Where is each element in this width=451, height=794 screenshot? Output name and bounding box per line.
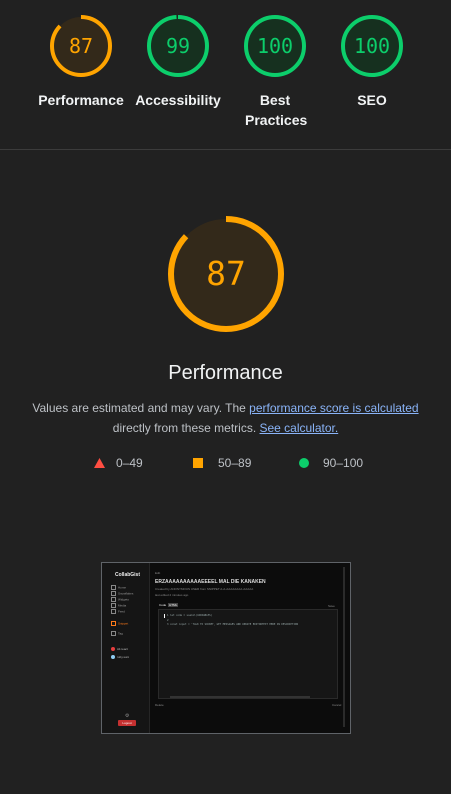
legend-fail-range: 0–49: [116, 456, 143, 470]
lighthouse-report: 87 Performance 99 Accessibility 100 Best Prac…: [0, 0, 451, 794]
thumb-sidebar: CollabGist Home Snowflakes Widgets Media…: [102, 563, 150, 733]
category-title: Performance: [168, 362, 283, 384]
thumb-right-label: Save: [328, 604, 335, 608]
thumb-main: Edit ERZAAAAAAAAAAEEEEL MAL DIE KANAKEN …: [150, 563, 346, 733]
best-practices-score: 100: [256, 34, 294, 58]
performance-score: 87: [68, 34, 94, 58]
thumb-nav-item: Tag: [111, 631, 123, 636]
performance-label[interactable]: Performance: [31, 90, 131, 110]
thumb-footer-left: Delete: [155, 703, 164, 707]
thumb-nav-item: Home: [111, 585, 126, 590]
accessibility-score: 99: [165, 34, 191, 58]
category-description: Values are estimated and may vary. The p…: [20, 398, 431, 438]
seo-score: 100: [353, 34, 391, 58]
thumb-nav-item: Feed: [111, 609, 125, 614]
thumb-crumb: Edit: [155, 571, 161, 575]
see-calculator-link[interactable]: See calculator.: [259, 421, 338, 435]
thumb-title: ERZAAAAAAAAAAEEEEL MAL DIE KANAKEN: [155, 579, 266, 585]
performance-gauge-large: 87: [166, 214, 286, 334]
performance-gauge[interactable]: 87: [49, 14, 113, 78]
thumb-nav-item-active: Snippet: [111, 621, 128, 626]
final-screenshot[interactable]: CollabGist Home Snowflakes Widgets Media…: [101, 562, 351, 734]
seo-label[interactable]: SEO: [322, 90, 422, 110]
thumb-nav-item: Snowflakes: [111, 591, 133, 596]
thumb-user: Ali.react: [111, 647, 128, 652]
best-practices-gauge[interactable]: 100: [243, 14, 307, 78]
description-prefix: Values are estimated and may vary. The: [32, 401, 250, 415]
thumb-subtitle: Created by ANONYMOUS USER from SNIPPET A…: [155, 587, 254, 591]
performance-score-large: 87: [206, 254, 246, 293]
thumb-user: ruby.suni: [111, 655, 129, 660]
description-middle: directly from these metrics.: [112, 421, 260, 435]
performance-score-link[interactable]: performance score is calculated: [249, 401, 418, 415]
thumb-tag: Code HTML: [159, 603, 179, 607]
best-practices-label[interactable]: Best Practices: [245, 90, 307, 130]
score-summary: 87 Performance 99 Accessibility 100 Best Prac…: [0, 0, 451, 150]
thumb-footer-right: Cancel: [332, 703, 342, 707]
triangle-icon: [94, 458, 105, 468]
thumb-code-line: 2: [167, 619, 169, 622]
thumb-nav-item: Widgets: [111, 597, 129, 602]
thumb-code-line: 3 const input = 'TALK TO SOCKET, GET MES…: [167, 623, 298, 626]
thumb-code-line: 1 let code = useCol(VARIABLES): [167, 614, 213, 617]
thumb-meta: last edited 2 minutes ago: [155, 593, 189, 597]
thumb-brand: CollabGist: [115, 572, 141, 578]
legend-pass-range: 90–100: [323, 456, 364, 470]
thumb-logout: Logout: [118, 720, 136, 726]
thumb-vscroll: [343, 567, 345, 727]
thumb-editor: 1 let code = useCol(VARIABLES) 2 3 const…: [158, 609, 338, 699]
thumb-hscroll: [170, 696, 310, 698]
gear-icon: ⚙: [125, 713, 130, 719]
thumb-cursor: [164, 614, 165, 618]
legend-average-range: 50–89: [218, 456, 252, 470]
square-icon: [193, 458, 203, 468]
circle-icon: [299, 458, 309, 468]
thumb-nav-item: Media: [111, 603, 126, 608]
accessibility-label[interactable]: Accessibility: [128, 90, 228, 110]
seo-gauge[interactable]: 100: [340, 14, 404, 78]
accessibility-gauge[interactable]: 99: [146, 14, 210, 78]
divider: [0, 149, 451, 150]
